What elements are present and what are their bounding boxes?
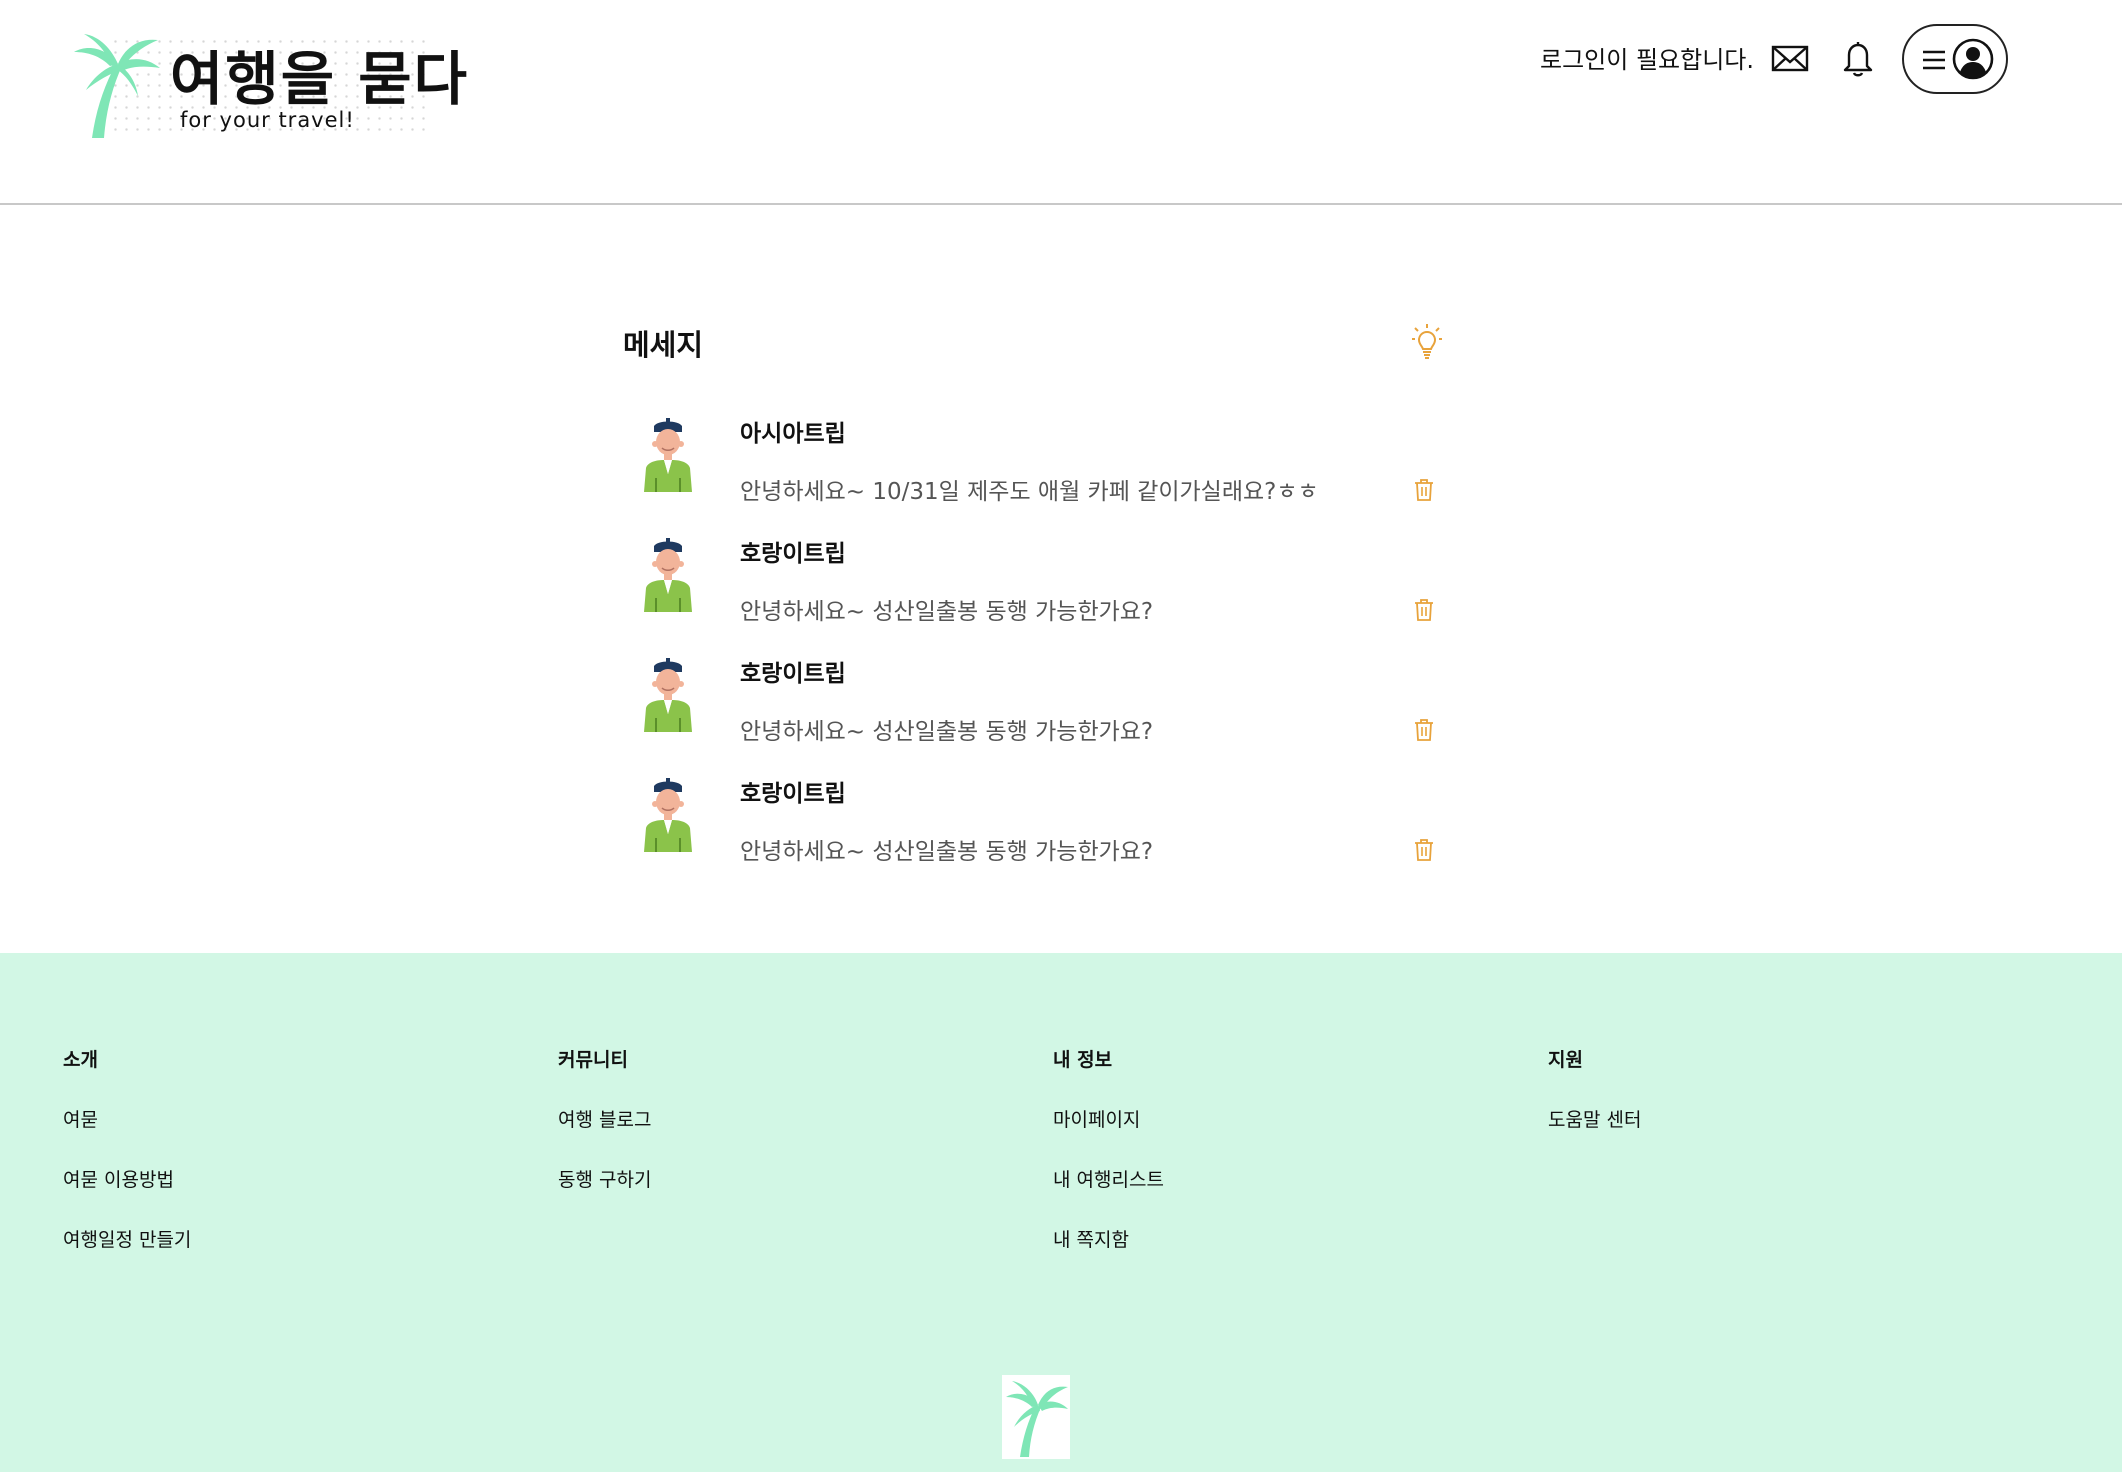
avatar xyxy=(644,778,692,852)
message-sender: 아시아트립 xyxy=(740,421,846,447)
footer-heading: 소개 xyxy=(63,1049,98,1071)
page-title: 메세지 xyxy=(623,328,704,362)
message-preview: 안녕하세요~ 성산일출봉 동행 가능한가요? xyxy=(740,719,1154,745)
message-sender: 호랑이트립 xyxy=(740,781,846,807)
avatar xyxy=(644,538,692,612)
footer-link[interactable]: 동행 구하기 xyxy=(558,1165,651,1225)
footer-column-about: 소개 여묻 여묻 이용방법 여행일정 만들기 xyxy=(63,1045,191,1285)
menu-icon xyxy=(1923,50,1945,70)
footer-heading: 내 정보 xyxy=(1053,1049,1113,1071)
mail-icon[interactable] xyxy=(1770,38,1810,78)
login-required-text[interactable]: 로그인이 필요합니다. xyxy=(1540,40,1754,75)
footer-link[interactable]: 여묻 이용방법 xyxy=(63,1165,191,1225)
footer-link[interactable]: 여행일정 만들기 xyxy=(63,1225,191,1285)
message-item[interactable]: 호랑이트립 안녕하세요~ 성산일출봉 동행 가능한가요? xyxy=(620,650,1450,770)
footer-column-my-info: 내 정보 마이페이지 내 여행리스트 내 쪽지함 xyxy=(1053,1045,1164,1285)
footer-heading: 커뮤니티 xyxy=(558,1049,628,1071)
footer-column-support: 지원 도움말 센터 xyxy=(1548,1045,1641,1165)
avatar xyxy=(644,418,692,492)
footer-palm-logo-icon[interactable] xyxy=(1002,1375,1070,1459)
message-sender: 호랑이트립 xyxy=(740,541,846,567)
avatar xyxy=(644,658,692,732)
palm-tree-icon xyxy=(74,34,160,138)
footer-link[interactable]: 여행 블로그 xyxy=(558,1105,651,1165)
footer-heading: 지원 xyxy=(1548,1049,1583,1071)
message-item[interactable]: 호랑이트립 안녕하세요~ 성산일출봉 동행 가능한가요? xyxy=(620,530,1450,650)
trash-icon[interactable] xyxy=(1414,718,1434,742)
footer-link[interactable]: 내 쪽지함 xyxy=(1053,1225,1164,1285)
footer-link[interactable]: 도움말 센터 xyxy=(1548,1105,1641,1165)
footer-link[interactable]: 여묻 xyxy=(63,1105,191,1165)
trash-icon[interactable] xyxy=(1414,838,1434,862)
lightbulb-icon[interactable] xyxy=(1410,322,1444,360)
message-item[interactable]: 아시아트립 안녕하세요~ 10/31일 제주도 애월 카페 같이가실래요?ㅎㅎ xyxy=(620,410,1450,530)
message-list: 아시아트립 안녕하세요~ 10/31일 제주도 애월 카페 같이가실래요?ㅎㅎ … xyxy=(620,410,1450,890)
message-preview: 안녕하세요~ 성산일출봉 동행 가능한가요? xyxy=(740,839,1154,865)
footer-link[interactable]: 내 여행리스트 xyxy=(1053,1165,1164,1225)
user-menu-button[interactable] xyxy=(1902,24,2008,94)
message-preview: 안녕하세요~ 성산일출봉 동행 가능한가요? xyxy=(740,599,1154,625)
trash-icon[interactable] xyxy=(1414,478,1434,502)
trash-icon[interactable] xyxy=(1414,598,1434,622)
message-item[interactable]: 호랑이트립 안녕하세요~ 성산일출봉 동행 가능한가요? xyxy=(620,770,1450,890)
user-icon xyxy=(1952,38,1994,80)
logo-subtitle: for your travel! xyxy=(180,108,355,132)
footer-column-community: 커뮤니티 여행 블로그 동행 구하기 xyxy=(558,1045,651,1225)
footer-link[interactable]: 마이페이지 xyxy=(1053,1105,1164,1165)
message-preview: 안녕하세요~ 10/31일 제주도 애월 카페 같이가실래요?ㅎㅎ xyxy=(740,479,1319,505)
site-logo[interactable]: 여행을 묻다 for your travel! xyxy=(70,30,467,140)
message-sender: 호랑이트립 xyxy=(740,661,846,687)
logo-title: 여행을 묻다 xyxy=(170,45,469,113)
bell-icon[interactable] xyxy=(1838,38,1878,78)
site-header: 여행을 묻다 for your travel! 로그인이 필요합니다. xyxy=(0,0,2122,205)
site-footer: 소개 여묻 여묻 이용방법 여행일정 만들기 커뮤니티 여행 블로그 동행 구하… xyxy=(0,953,2122,1472)
